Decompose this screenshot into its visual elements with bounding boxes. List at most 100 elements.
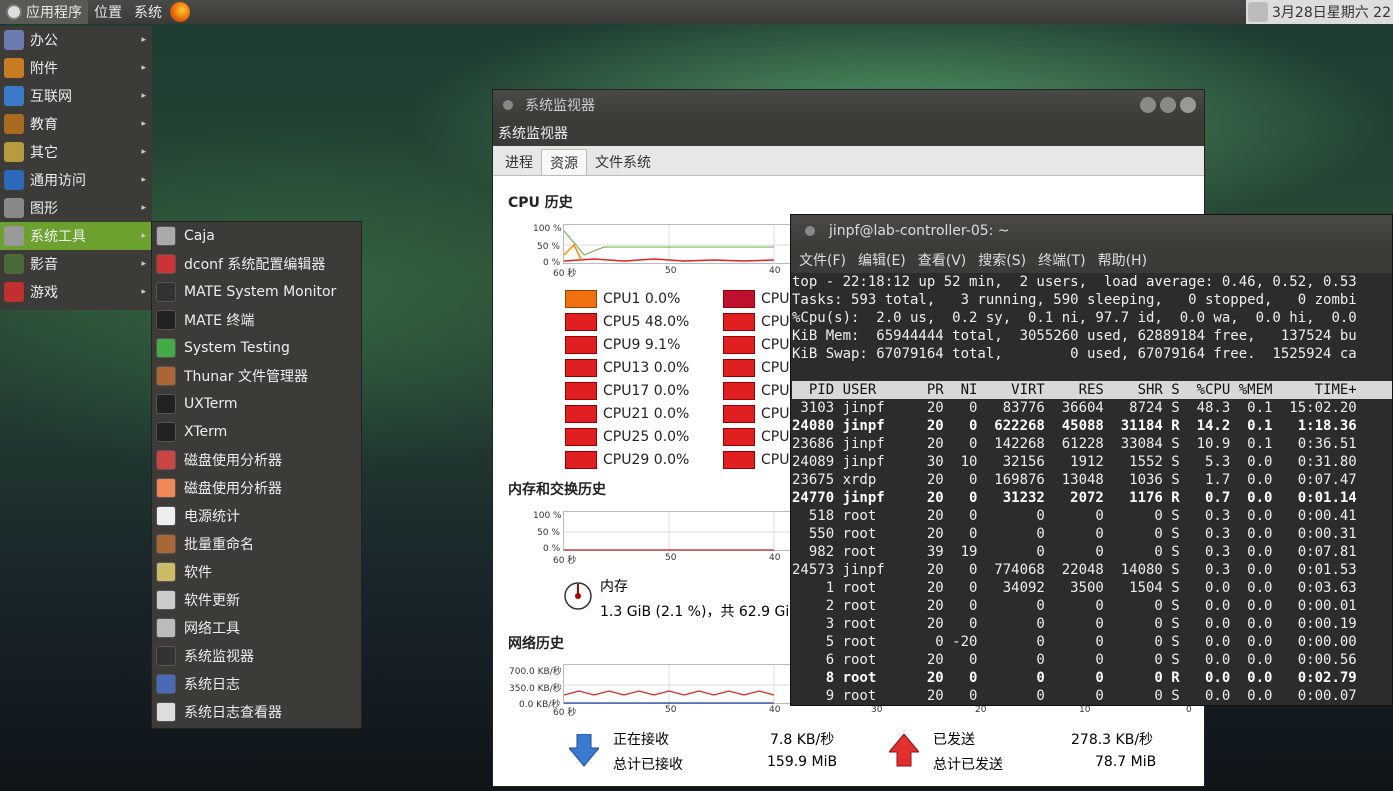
cpu-legend-item[interactable]: CPU9 9.1%	[565, 336, 680, 354]
submenu-item-4[interactable]: System Testing	[152, 334, 361, 362]
memory-pie-icon[interactable]	[563, 581, 593, 611]
submenu-item-label: 系统日志查看器	[184, 705, 282, 721]
submenu-item-7[interactable]: XTerm	[152, 418, 361, 446]
cpu-legend-label: CPU21 0.0%	[603, 406, 690, 422]
close-button[interactable]	[1180, 97, 1196, 113]
menu-item-label: 通用访问	[30, 173, 86, 189]
ubuntu-logo-icon	[6, 4, 22, 20]
menu-item-2[interactable]: 互联网 ▸	[0, 82, 152, 110]
window-menu-icon[interactable]	[503, 100, 513, 110]
process-row: 5 root 0 -20 0 0 0 S 0.0 0.0 0:00.00	[792, 634, 1357, 650]
tab-resources[interactable]: 资源	[541, 149, 587, 175]
cpu-color-swatch[interactable]	[565, 382, 597, 400]
submenu-item-2[interactable]: MATE System Monitor	[152, 278, 361, 306]
submenu-item-9[interactable]: 磁盘使用分析器	[152, 474, 361, 502]
submenu-item-3[interactable]: MATE 终端	[152, 306, 361, 334]
process-row: 982 root 39 19 0 0 0 S 0.3 0.0 0:07.81	[792, 544, 1357, 560]
submenu-item-13[interactable]: 软件更新	[152, 586, 361, 614]
cpu-legend-item[interactable]: CPU1 0.0%	[565, 290, 680, 308]
terminal-menu-0[interactable]: 文件(F)	[799, 250, 846, 270]
maximize-button[interactable]	[1160, 97, 1176, 113]
menu-item-7[interactable]: 系统工具 ▸	[0, 222, 152, 250]
cpu-legend-item[interactable]: CPU	[723, 382, 789, 400]
chevron-right-icon: ▸	[141, 119, 146, 129]
submenu-item-14[interactable]: 网络工具	[152, 614, 361, 642]
menu-item-6[interactable]: 图形 ▸	[0, 194, 152, 222]
cpu-legend-item[interactable]: CPU	[723, 336, 789, 354]
cpu-legend-item[interactable]: CPU	[723, 290, 789, 308]
places-menu-button[interactable]: 位置	[88, 0, 128, 24]
system-menu-button[interactable]: 系统	[128, 0, 168, 24]
menu-item-8[interactable]: 影音 ▸	[0, 250, 152, 278]
terminal-output[interactable]: top - 22:18:12 up 52 min, 2 users, load …	[791, 273, 1392, 705]
window-menu-icon[interactable]	[805, 226, 815, 236]
volume-icon[interactable]	[1248, 2, 1268, 22]
menu-item-1[interactable]: 附件 ▸	[0, 54, 152, 82]
menu-item-9[interactable]: 游戏 ▸	[0, 278, 152, 306]
cpu-legend-item[interactable]: CPU21 0.0%	[565, 405, 689, 423]
cpu-color-swatch[interactable]	[565, 290, 597, 308]
terminal-menu-2[interactable]: 查看(V)	[918, 250, 967, 270]
terminal-menu-1[interactable]: 编辑(E)	[858, 250, 906, 270]
cpu-legend-item[interactable]: CPU25 0.0%	[565, 428, 689, 446]
window-titlebar[interactable]: 系统监视器	[493, 90, 1204, 120]
submenu-item-8[interactable]: 磁盘使用分析器	[152, 446, 361, 474]
applications-menu-button[interactable]: 应用程序	[0, 0, 88, 24]
menu-item-3[interactable]: 教育 ▸	[0, 110, 152, 138]
download-arrow-icon[interactable]	[569, 734, 599, 768]
upload-arrow-icon[interactable]	[889, 734, 919, 768]
app-icon	[156, 478, 176, 498]
terminal-menu-5[interactable]: 帮助(H)	[1098, 250, 1147, 270]
submenu-item-11[interactable]: 批量重命名	[152, 530, 361, 558]
tab-processes[interactable]: 进程	[497, 149, 541, 175]
terminal-menu-4[interactable]: 终端(T)	[1038, 250, 1085, 270]
cpu-legend-item[interactable]: CPU	[723, 428, 789, 446]
cpu-legend-item[interactable]: CPU13 0.0%	[565, 359, 689, 377]
cpu-legend-item[interactable]: CPU5 48.0%	[565, 313, 689, 331]
app-icon	[156, 646, 176, 666]
app-icon	[156, 338, 176, 358]
cpu-color-swatch[interactable]	[565, 428, 597, 446]
submenu-item-12[interactable]: 软件	[152, 558, 361, 586]
cpu-color-swatch[interactable]	[565, 336, 597, 354]
submenu-item-0[interactable]: Caja	[152, 222, 361, 250]
cpu-color-swatch[interactable]	[723, 428, 755, 446]
submenu-item-label: Thunar 文件管理器	[184, 369, 308, 385]
cpu-legend-item[interactable]: CPU	[723, 405, 789, 423]
menu-item-0[interactable]: 办公 ▸	[0, 26, 152, 54]
cpu-legend-item[interactable]: CPU17 0.0%	[565, 382, 689, 400]
cpu-color-swatch[interactable]	[565, 313, 597, 331]
tab-filesystems[interactable]: 文件系统	[587, 149, 659, 175]
submenu-item-label: XTerm	[184, 424, 228, 440]
menu-item-4[interactable]: 其它 ▸	[0, 138, 152, 166]
cpu-color-swatch[interactable]	[723, 313, 755, 331]
submenu-item-17[interactable]: 系统日志查看器	[152, 698, 361, 726]
cpu-legend-item[interactable]: CPU	[723, 359, 789, 377]
cpu-color-swatch[interactable]	[723, 451, 755, 469]
submenu-item-6[interactable]: UXTerm	[152, 390, 361, 418]
submenu-item-15[interactable]: 系统监视器	[152, 642, 361, 670]
terminal-titlebar[interactable]: jinpf@lab-controller-05: ~	[791, 215, 1392, 247]
cpu-color-swatch[interactable]	[565, 359, 597, 377]
cpu-color-swatch[interactable]	[723, 290, 755, 308]
cpu-color-swatch[interactable]	[723, 359, 755, 377]
clock[interactable]: 3月28日星期六 22	[1246, 0, 1393, 24]
submenu-item-10[interactable]: 电源统计	[152, 502, 361, 530]
chevron-right-icon: ▸	[141, 231, 146, 241]
submenu-item-5[interactable]: Thunar 文件管理器	[152, 362, 361, 390]
firefox-icon[interactable]	[170, 2, 190, 22]
app-icon	[156, 226, 176, 246]
cpu-legend-item[interactable]: CPU29 0.0%	[565, 451, 689, 469]
cpu-legend-item[interactable]: CPU	[723, 451, 789, 469]
submenu-item-1[interactable]: dconf 系统配置编辑器	[152, 250, 361, 278]
minimize-button[interactable]	[1140, 97, 1156, 113]
cpu-legend-item[interactable]: CPU	[723, 313, 789, 331]
terminal-menu-3[interactable]: 搜索(S)	[978, 250, 1026, 270]
cpu-color-swatch[interactable]	[723, 336, 755, 354]
cpu-color-swatch[interactable]	[565, 405, 597, 423]
submenu-item-16[interactable]: 系统日志	[152, 670, 361, 698]
cpu-color-swatch[interactable]	[723, 382, 755, 400]
menu-item-5[interactable]: 通用访问 ▸	[0, 166, 152, 194]
cpu-color-swatch[interactable]	[565, 451, 597, 469]
cpu-color-swatch[interactable]	[723, 405, 755, 423]
